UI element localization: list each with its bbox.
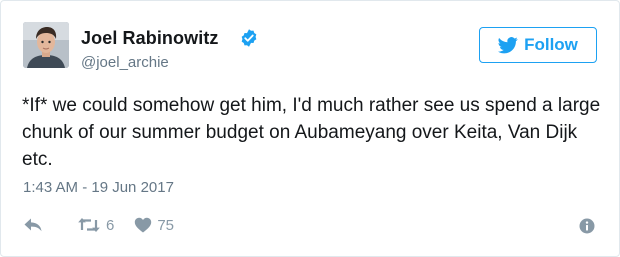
tweet-text: *If* we could somehow get him, I'd much … [22,95,601,170]
follow-label: Follow [524,35,578,54]
info-icon[interactable] [579,218,595,234]
reply-button[interactable] [23,217,47,233]
author-name[interactable]: Joel Rabinowitz [81,28,219,49]
tweet-card: Joel Rabinowitz @joel_archie Follow *If*… [0,0,620,257]
avatar-image [23,22,69,68]
retweet-button[interactable]: 6 [77,217,114,234]
retweet-count: 6 [106,216,115,234]
heart-icon [135,217,152,233]
avatar[interactable] [23,22,69,68]
like-button[interactable]: 75 [134,217,174,234]
verified-badge-icon [241,29,257,47]
like-count: 75 [157,216,175,234]
tweet-timestamp[interactable]: 1:43 AM - 19 Jun 2017 [23,179,174,196]
retweet-icon [78,218,100,232]
tweet-actions: 6 75 [23,214,174,236]
reply-icon [24,218,42,232]
twitter-bird-icon [498,37,518,54]
follow-button[interactable]: Follow [479,27,597,63]
author-handle[interactable]: @joel_archie [81,54,169,71]
